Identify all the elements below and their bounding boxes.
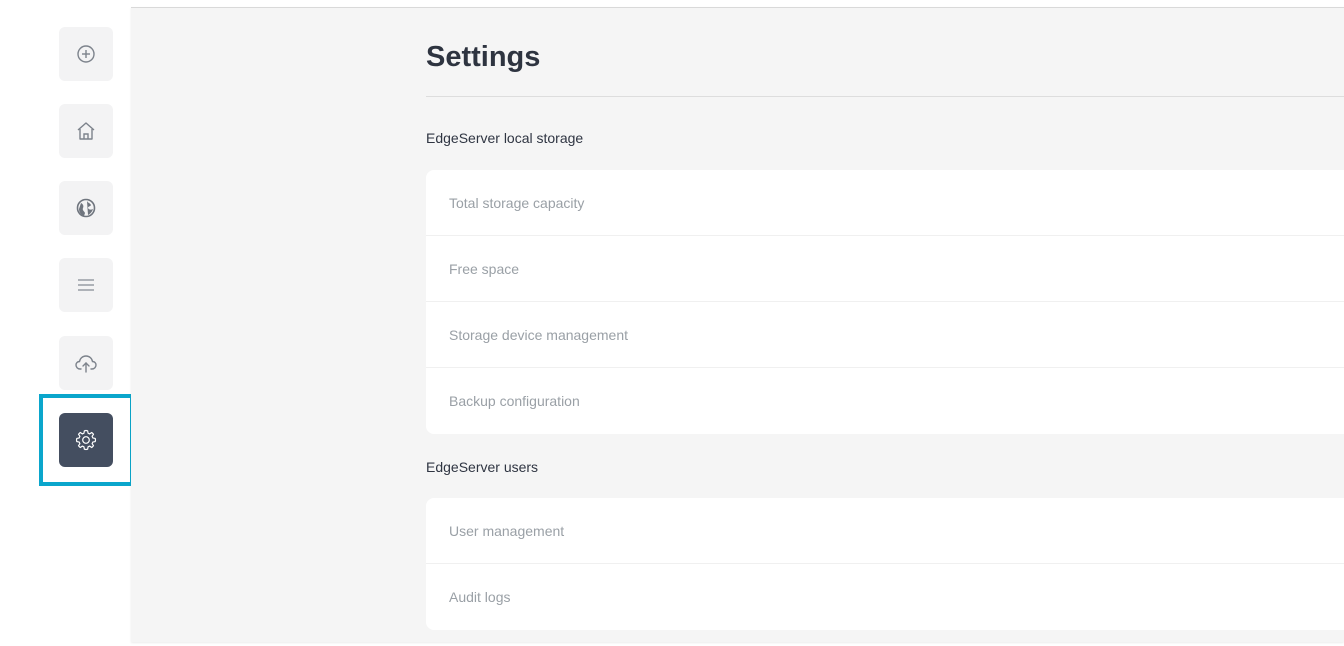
section-label-local-storage: EdgeServer local storage [426,130,584,146]
row-storage-device-management[interactable]: Storage device management [426,302,1344,368]
sidebar-item-add[interactable] [59,27,113,81]
row-audit-logs[interactable]: Audit logs [426,564,1344,630]
sidebar-item-globe[interactable] [59,181,113,235]
row-user-management[interactable]: User management [426,498,1344,564]
local-storage-card: Total storage capacity Free space Storag… [426,170,1344,434]
row-free-space[interactable]: Free space [426,236,1344,302]
section-label-users: EdgeServer users [426,459,539,475]
page-title: Settings [426,41,541,73]
users-card: User management Audit logs [426,498,1344,630]
row-backup-configuration[interactable]: Backup configuration [426,368,1344,434]
sidebar-item-upload[interactable] [59,336,113,390]
sidebar-item-menu[interactable] [59,258,113,312]
main-content: Settings EdgeServer local storage Total … [131,7,1344,642]
menu-icon [78,279,94,291]
row-total-storage-capacity[interactable]: Total storage capacity [426,170,1344,236]
highlight-box [39,394,134,486]
sidebar [0,0,131,646]
cloud-upload-icon [75,355,97,373]
title-divider [426,96,1344,97]
plus-circle-icon [77,45,95,63]
sidebar-item-home[interactable] [59,104,113,158]
globe-icon [76,198,96,218]
home-icon [77,122,95,140]
